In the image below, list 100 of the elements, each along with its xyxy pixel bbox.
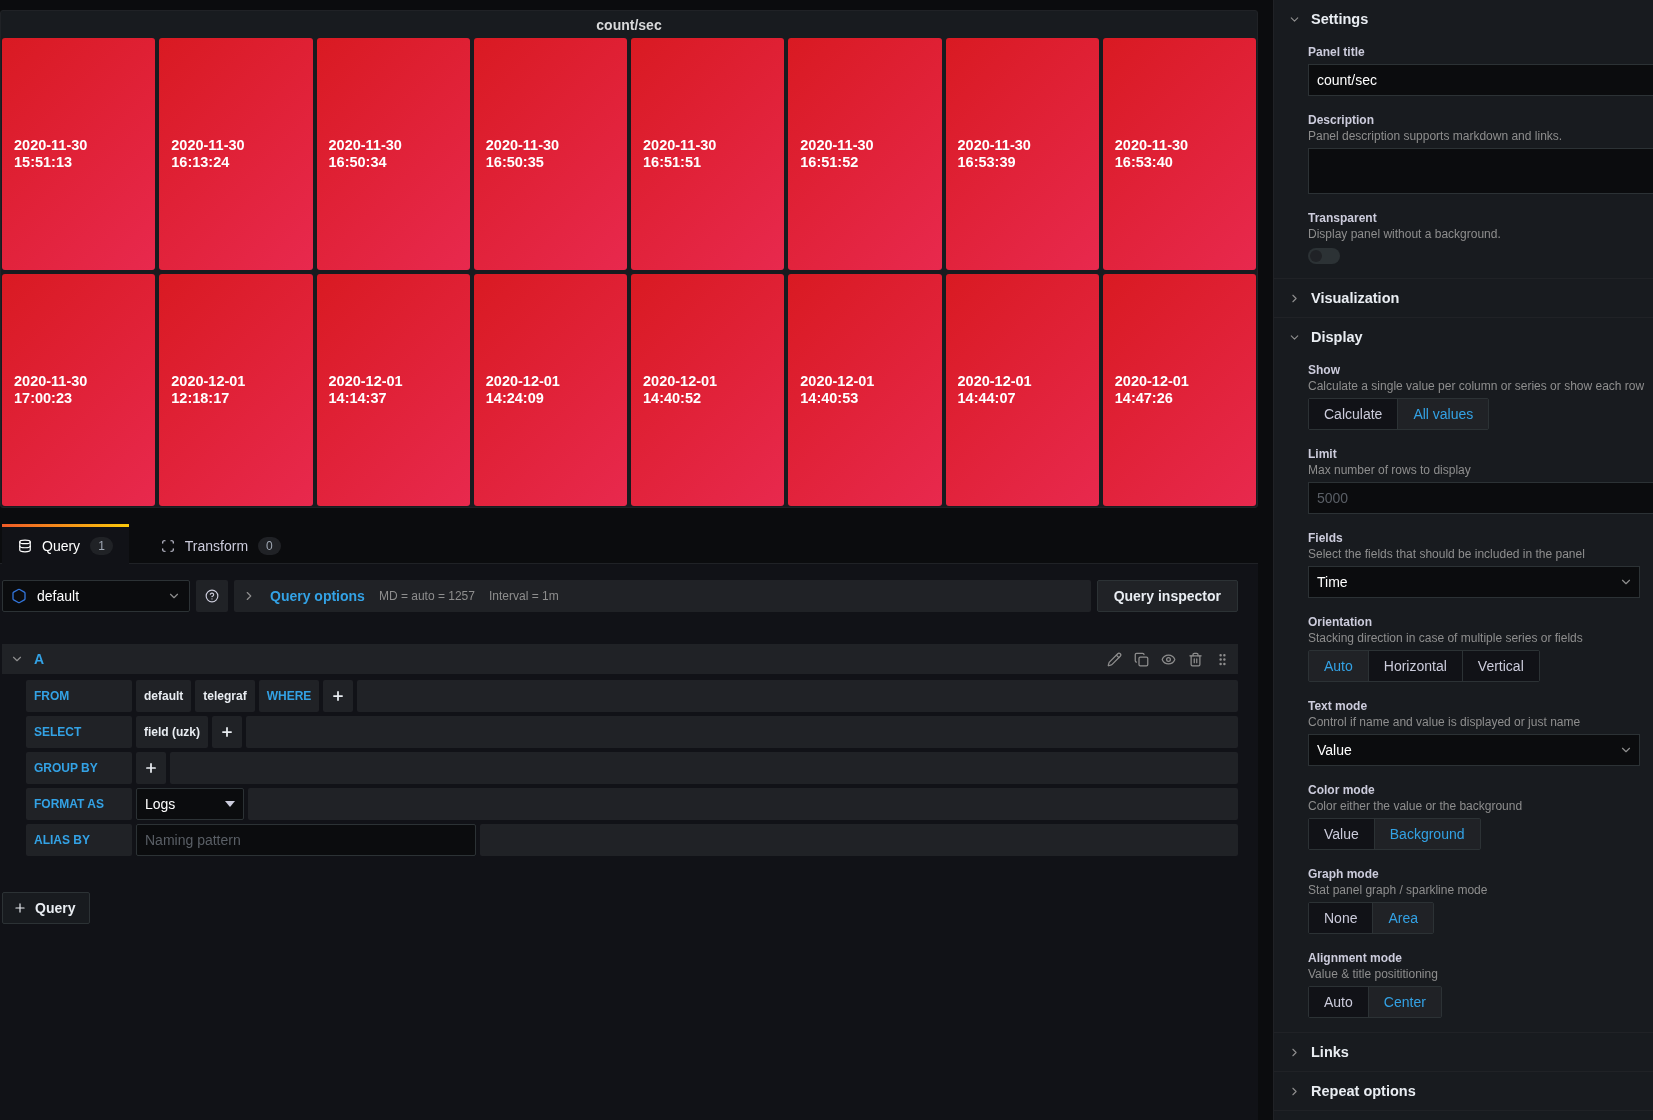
field-description: Stacking direction in case of multiple series or fields <box>1308 630 1584 646</box>
query-options-link[interactable]: Query options <box>270 588 365 604</box>
query-ref-id: A <box>34 651 45 667</box>
caret-icon <box>225 801 235 807</box>
section-title: Links <box>1311 1044 1349 1060</box>
query-row-label: SELECT <box>26 716 132 748</box>
radio-option[interactable]: Auto <box>1309 651 1368 681</box>
section-header[interactable]: Display <box>1274 318 1653 356</box>
field-label: Transparent <box>1308 210 1378 226</box>
radio-option[interactable]: All values <box>1397 399 1489 429</box>
stat-value: 2020-12-01 14:44:07 <box>957 373 1032 407</box>
count-badge: 1 <box>90 536 113 555</box>
tab-label: Transform <box>184 537 249 554</box>
section-header[interactable]: Links <box>1274 1033 1653 1071</box>
keyword-segment[interactable]: WHERE <box>258 680 320 712</box>
select-field[interactable]: Value <box>1308 734 1640 766</box>
field-description: Control if name and value is displayed or just name <box>1308 714 1582 730</box>
editor-tab[interactable]: Transform 0 <box>144 524 297 564</box>
query-segment[interactable]: field (uzk) <box>136 716 208 748</box>
radio-option[interactable]: None <box>1309 903 1373 933</box>
tab-label: Query <box>42 537 81 554</box>
field-description: Display panel without a background. <box>1308 226 1502 242</box>
section-title: Display <box>1311 329 1363 345</box>
interval-text: Interval = 1m <box>489 589 559 603</box>
field-description: Max number of rows to display <box>1308 462 1472 478</box>
plus-icon <box>13 901 27 915</box>
query-row-label: FROM <box>26 680 132 712</box>
plus-icon <box>331 689 346 703</box>
transform-icon <box>160 538 175 553</box>
stat-value: 2020-11-30 16:50:35 <box>485 137 560 171</box>
stat-value: 2020-12-01 14:47:26 <box>1114 373 1189 407</box>
field-label: Fields <box>1308 530 1344 546</box>
query-inspector-button[interactable]: Query inspector <box>1096 580 1238 612</box>
stat-value: 2020-11-30 16:53:40 <box>1114 137 1189 171</box>
copy-icon[interactable] <box>1134 651 1149 667</box>
datasource-picker[interactable]: default <box>2 580 190 612</box>
section-title: Repeat options <box>1311 1083 1416 1099</box>
count-badge: 0 <box>258 536 281 555</box>
radio-option[interactable]: Background <box>1373 819 1480 849</box>
section-header[interactable]: Repeat options <box>1274 1072 1653 1110</box>
stat-value: 2020-11-30 16:53:39 <box>957 137 1031 171</box>
database-icon <box>18 538 32 553</box>
text-input[interactable]: 5000 <box>1308 482 1653 514</box>
section-header[interactable]: Settings <box>1274 0 1653 38</box>
editor-tab[interactable]: Query 1 <box>2 524 129 564</box>
help-icon <box>205 589 219 603</box>
text-input[interactable]: count/sec <box>1308 64 1653 96</box>
plus-icon <box>144 761 158 775</box>
stat-value: 2020-11-30 16:51:52 <box>800 137 874 171</box>
pencil-icon[interactable] <box>1107 651 1122 667</box>
field-description: Select the fields that should be included in the panel <box>1308 546 1586 562</box>
stat-value: 2020-11-30 17:00:23 <box>14 373 88 407</box>
plus-icon <box>220 725 234 739</box>
radio-option[interactable]: Area <box>1372 903 1434 933</box>
radio-option[interactable]: Horizontal <box>1367 651 1462 681</box>
add-segment-button[interactable] <box>212 716 242 748</box>
field-label: Color mode <box>1308 782 1376 798</box>
section-header[interactable]: Visualization <box>1274 279 1653 317</box>
select-field[interactable]: Time <box>1308 566 1640 598</box>
trash-icon[interactable] <box>1188 651 1203 667</box>
panel-title: count/sec <box>595 15 663 35</box>
radio-option[interactable]: Auto <box>1309 987 1368 1017</box>
add-segment-button[interactable] <box>323 680 354 712</box>
query-row-label: GROUP BY <box>26 752 132 784</box>
stat-value: 2020-12-01 14:40:53 <box>800 373 875 407</box>
query-row-label: FORMAT AS <box>26 788 132 820</box>
field-description: Calculate a single value per column or series or show each row <box>1308 378 1646 394</box>
add-segment-button[interactable] <box>136 752 166 784</box>
format-select[interactable]: Logs <box>136 788 244 820</box>
stat-value: 2020-11-30 16:13:24 <box>171 137 245 171</box>
toggle-switch[interactable] <box>1308 248 1340 264</box>
field-label: Text mode <box>1308 698 1369 714</box>
field-label: Graph mode <box>1308 866 1380 882</box>
add-query-button[interactable]: Query <box>2 892 91 924</box>
stat-value: 2020-11-30 15:51:13 <box>14 137 88 171</box>
stat-value: 2020-12-01 14:40:52 <box>643 373 718 407</box>
stat-value: 2020-11-30 16:50:34 <box>328 137 402 171</box>
radio-option[interactable]: Vertical <box>1461 651 1539 681</box>
radio-option[interactable]: Value <box>1309 819 1374 849</box>
eye-icon[interactable] <box>1161 651 1176 667</box>
field-label: Limit <box>1308 446 1338 462</box>
field-label: Orientation <box>1308 614 1373 630</box>
field-description: Stat panel graph / sparkline mode <box>1308 882 1489 898</box>
query-segment[interactable]: telegraf <box>195 680 255 712</box>
field-description: Color either the value or the background <box>1308 798 1524 814</box>
alias-input[interactable]: Naming pattern <box>136 824 476 856</box>
radio-option[interactable]: Calculate <box>1309 399 1398 429</box>
query-options-bar[interactable]: Query options MD = auto = 1257 Interval = 1m <box>234 580 1091 612</box>
help-button[interactable] <box>196 580 228 612</box>
field-description: Value & title posititioning <box>1308 966 1439 982</box>
query-row-label: ALIAS BY <box>26 824 132 856</box>
field-label: Alignment mode <box>1308 950 1403 966</box>
stat-value: 2020-11-30 16:51:51 <box>643 137 717 171</box>
section-title: Settings <box>1311 11 1369 27</box>
hexagon-icon <box>11 588 27 604</box>
field-label: Panel title <box>1308 44 1366 60</box>
query-segment[interactable]: default <box>136 680 192 712</box>
field-label: Show <box>1308 362 1341 378</box>
radio-option[interactable]: Center <box>1367 987 1441 1017</box>
section-title: Visualization <box>1311 290 1400 306</box>
